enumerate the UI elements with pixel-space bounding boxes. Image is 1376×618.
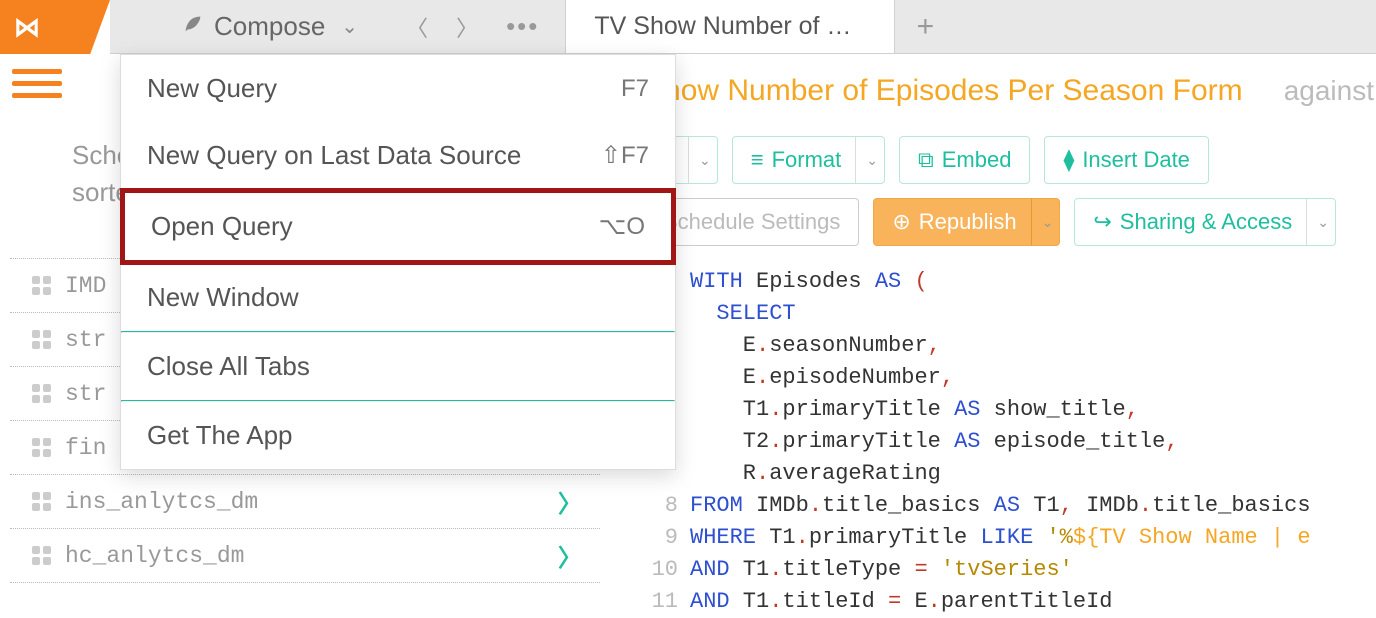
chevron-right-icon: 〉: [558, 484, 582, 520]
chevron-right-icon: 〉: [558, 538, 582, 574]
grip-icon: [32, 384, 51, 403]
menu-item-new-window[interactable]: New Window: [121, 264, 675, 331]
document-tab[interactable]: TV Show Number of …: [565, 0, 895, 53]
toolbar-row-2: Schedule Settings ⊕ Republish ⌄ ↪ Sharin…: [644, 198, 1376, 246]
menu-item-new-query-last-source[interactable]: New Query on Last Data Source ⇧F7: [121, 122, 675, 189]
top-bar: ⋈ Compose ⌄ 〈 〉 ••• TV Show Number of … …: [0, 0, 1376, 54]
grip-icon: [32, 276, 51, 295]
shortcut: ⌥O: [599, 212, 645, 241]
toolbar-row-1: it ⌄ ≡ Format ⌄ ⧉ Embed ⧫ Insert Date: [644, 136, 1376, 184]
share-icon: ↪: [1093, 209, 1111, 235]
insert-date-button[interactable]: ⧫ Insert Date: [1044, 136, 1208, 184]
schedule-settings-button[interactable]: Schedule Settings: [644, 198, 859, 246]
chevron-down-icon[interactable]: ⌄: [866, 152, 878, 169]
menu-item-open-query[interactable]: Open Query ⌥O: [125, 193, 671, 260]
grip-icon: [32, 546, 51, 565]
shortcut: ⇧F7: [601, 141, 649, 170]
logo[interactable]: ⋈: [0, 0, 110, 54]
grip-icon: [32, 492, 51, 511]
calendar-icon: ⧫: [1063, 147, 1074, 173]
nav-history: 〈 〉 •••: [380, 0, 565, 53]
sharing-access-button[interactable]: ↪ Sharing & Access ⌄: [1074, 198, 1336, 246]
new-tab-button[interactable]: +: [895, 0, 955, 53]
menu-item-get-app[interactable]: Get The App: [121, 402, 675, 469]
format-button[interactable]: ≡ Format ⌄: [732, 136, 885, 184]
embed-icon: ⧉: [918, 147, 934, 173]
code-body[interactable]: WITH Episodes AS ( SELECT E.seasonNumber…: [690, 266, 1311, 618]
embed-button[interactable]: ⧉ Embed: [899, 136, 1030, 184]
list-item[interactable]: ins_anlytcs_dm 〉: [10, 475, 600, 529]
republish-button[interactable]: ⊕ Republish ⌄: [873, 198, 1060, 246]
page-title: Show Number of Episodes Per Season Form: [644, 74, 1243, 108]
chevron-down-icon[interactable]: ⌄: [1042, 214, 1054, 231]
compose-label: Compose: [214, 11, 325, 42]
menu-button[interactable]: [12, 62, 62, 104]
sql-editor[interactable]: 891011 WITH Episodes AS ( SELECT E.seaso…: [644, 266, 1376, 618]
format-icon: ≡: [751, 147, 764, 173]
menu-item-close-all-tabs[interactable]: Close All Tabs: [121, 333, 675, 400]
grip-icon: [32, 330, 51, 349]
back-icon[interactable]: 〈: [406, 11, 428, 43]
forward-icon[interactable]: 〉: [456, 11, 478, 43]
against-label: against: [1284, 75, 1376, 107]
grip-icon: [32, 438, 51, 457]
logo-icon: ⋈: [14, 12, 40, 43]
list-item[interactable]: hc_anlytcs_dm 〉: [10, 529, 600, 583]
compose-tab[interactable]: Compose ⌄: [160, 0, 380, 53]
feather-icon: [182, 11, 204, 42]
chevron-down-icon[interactable]: ⌄: [1317, 214, 1329, 231]
republish-icon: ⊕: [892, 209, 910, 235]
highlighted-menu-item: Open Query ⌥O: [120, 188, 676, 265]
shortcut: F7: [621, 75, 649, 103]
chevron-down-icon: ⌄: [341, 14, 358, 39]
chevron-down-icon[interactable]: ⌄: [699, 152, 711, 169]
document-tab-label: TV Show Number of …: [594, 12, 851, 41]
compose-dropdown: New Query F7 New Query on Last Data Sour…: [120, 54, 676, 470]
menu-item-new-query[interactable]: New Query F7: [121, 55, 675, 122]
main-panel: Show Number of Episodes Per Season Form …: [600, 54, 1376, 618]
more-icon[interactable]: •••: [506, 11, 539, 42]
